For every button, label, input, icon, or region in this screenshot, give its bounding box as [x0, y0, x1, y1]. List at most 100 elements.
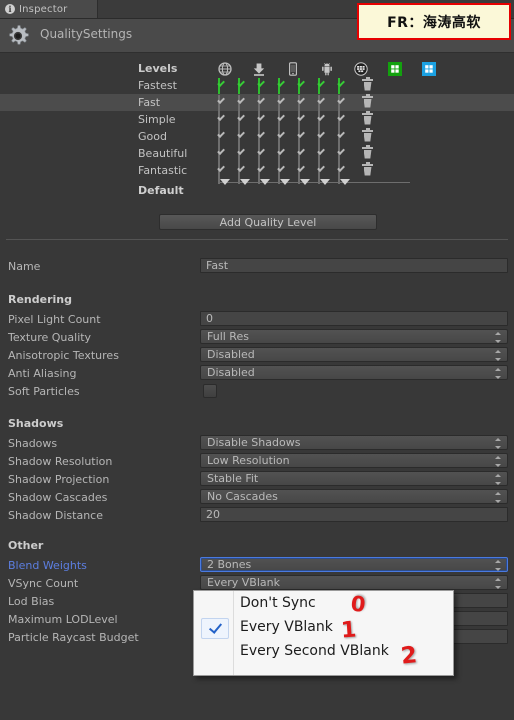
tab-inspector[interactable]: i Inspector	[0, 0, 98, 18]
level-row-good[interactable]: Good	[0, 127, 514, 150]
windows-store-icon	[388, 61, 402, 76]
level-platform-checkbox[interactable]	[218, 145, 232, 167]
row-anti-aliasing: Anti Aliasing Disabled	[0, 365, 514, 383]
level-platform-checkbox[interactable]	[298, 77, 312, 99]
delete-level-button[interactable]	[362, 93, 376, 110]
level-row-simple[interactable]: Simple	[0, 110, 514, 133]
level-platform-checkbox[interactable]	[258, 111, 272, 133]
dropdown-option-don-t-sync[interactable]: Don't Sync	[194, 591, 453, 615]
level-platform-checkbox[interactable]	[218, 77, 232, 99]
name-input[interactable]: Fast	[200, 258, 508, 273]
property-dropdown[interactable]: Low Resolution	[200, 453, 508, 468]
property-dropdown[interactable]: No Cascades	[200, 489, 508, 504]
level-platform-checkbox[interactable]	[278, 111, 292, 133]
updown-arrows-icon	[495, 578, 502, 589]
level-platform-checkbox[interactable]	[258, 145, 272, 167]
level-platform-checkbox[interactable]	[278, 128, 292, 150]
default-level-marker[interactable]	[240, 179, 254, 204]
level-platform-checkbox[interactable]	[318, 94, 332, 116]
level-platform-checkbox[interactable]	[338, 162, 352, 184]
level-row-beautiful[interactable]: Beautiful	[0, 144, 514, 167]
level-platform-checkbox[interactable]	[278, 145, 292, 167]
level-platform-checkbox[interactable]	[338, 128, 352, 150]
level-platform-checkbox[interactable]	[318, 77, 332, 99]
delete-level-button[interactable]	[362, 127, 376, 144]
default-level-marker[interactable]	[220, 179, 234, 204]
property-dropdown[interactable]: Disable Shadows	[200, 435, 508, 450]
level-row-fast[interactable]: Fast	[0, 93, 514, 116]
levels-header-row: Levels	[0, 60, 514, 77]
chevron-down-icon	[240, 179, 250, 204]
row-soft-particles: Soft Particles	[0, 383, 514, 401]
level-platform-checkbox[interactable]	[318, 111, 332, 133]
updown-arrows-icon	[495, 368, 502, 379]
delete-level-button[interactable]	[362, 76, 376, 93]
default-level-marker[interactable]	[340, 179, 354, 204]
delete-level-button[interactable]	[362, 161, 376, 178]
level-platform-checkbox[interactable]	[298, 94, 312, 116]
level-platform-checkbox[interactable]	[298, 145, 312, 167]
chevron-down-icon	[320, 179, 330, 204]
property-dropdown[interactable]: 2 Bones	[200, 557, 508, 572]
level-platform-checkbox[interactable]	[338, 77, 352, 99]
level-platform-checkbox[interactable]	[218, 111, 232, 133]
delete-level-button[interactable]	[362, 110, 376, 127]
gear-icon[interactable]	[5, 23, 31, 49]
level-platform-checkbox[interactable]	[238, 77, 252, 99]
level-platform-checkbox[interactable]	[258, 77, 272, 99]
default-level-marker[interactable]	[320, 179, 334, 204]
property-label: Anisotropic Textures	[8, 349, 119, 362]
level-platform-checkbox[interactable]	[318, 128, 332, 150]
property-input[interactable]: 0	[200, 311, 508, 326]
divider-top	[6, 239, 508, 240]
level-platform-checkbox[interactable]	[238, 145, 252, 167]
info-icon: i	[5, 4, 15, 14]
delete-level-button[interactable]	[362, 144, 376, 161]
level-platform-checkbox[interactable]	[298, 162, 312, 184]
level-platform-checkbox[interactable]	[238, 111, 252, 133]
default-level-marker[interactable]	[280, 179, 294, 204]
property-dropdown[interactable]: Full Res	[200, 329, 508, 344]
level-row-fantastic[interactable]: Fantastic	[0, 161, 514, 184]
property-dropdown[interactable]: Every VBlank	[200, 575, 508, 590]
level-platform-checkbox[interactable]	[338, 111, 352, 133]
level-platform-checkbox[interactable]	[298, 128, 312, 150]
section-rendering: Rendering	[8, 293, 72, 306]
windows-phone-icon	[422, 61, 436, 76]
row-shadow-resolution: Shadow Resolution Low Resolution	[0, 453, 514, 471]
property-input[interactable]: 20	[200, 507, 508, 522]
level-platform-checkbox[interactable]	[258, 94, 272, 116]
levels-header-label: Levels	[138, 62, 178, 75]
watermark-label: FR：海涛高软	[357, 3, 511, 40]
dropdown-option-every-vblank[interactable]: Every VBlank	[194, 615, 453, 639]
level-platform-checkbox[interactable]	[258, 128, 272, 150]
level-platform-checkbox[interactable]	[318, 145, 332, 167]
level-platform-checkbox[interactable]	[238, 128, 252, 150]
level-platform-checkbox[interactable]	[338, 94, 352, 116]
level-platform-checkbox[interactable]	[258, 162, 272, 184]
blackberry-icon	[354, 61, 368, 76]
level-platform-checkbox[interactable]	[238, 94, 252, 116]
level-platform-checkbox[interactable]	[218, 94, 232, 116]
add-quality-level-button[interactable]: Add Quality Level	[159, 214, 377, 230]
level-platform-checkbox[interactable]	[338, 145, 352, 167]
level-platform-checkbox[interactable]	[278, 77, 292, 99]
ios-icon	[286, 61, 300, 76]
level-platform-checkbox[interactable]	[218, 162, 232, 184]
level-row-fastest[interactable]: Fastest	[0, 76, 514, 99]
section-other: Other	[8, 539, 44, 552]
row-name: Name Fast	[0, 258, 514, 276]
property-dropdown[interactable]: Stable Fit	[200, 471, 508, 486]
levels-rows-container: Fastest Fast Simple Good Beautiful Fantastic	[0, 76, 514, 184]
level-platform-checkbox[interactable]	[278, 94, 292, 116]
property-dropdown[interactable]: Disabled	[200, 365, 508, 380]
default-level-marker[interactable]	[300, 179, 314, 204]
default-level-marker[interactable]	[260, 179, 274, 204]
level-platform-checkbox[interactable]	[218, 128, 232, 150]
level-platform-checkbox[interactable]	[298, 111, 312, 133]
soft-particles-checkbox[interactable]	[203, 384, 217, 398]
level-platform-checkbox[interactable]	[278, 162, 292, 184]
level-platform-checkbox[interactable]	[318, 162, 332, 184]
property-dropdown[interactable]: Disabled	[200, 347, 508, 362]
level-platform-checkbox[interactable]	[238, 162, 252, 184]
